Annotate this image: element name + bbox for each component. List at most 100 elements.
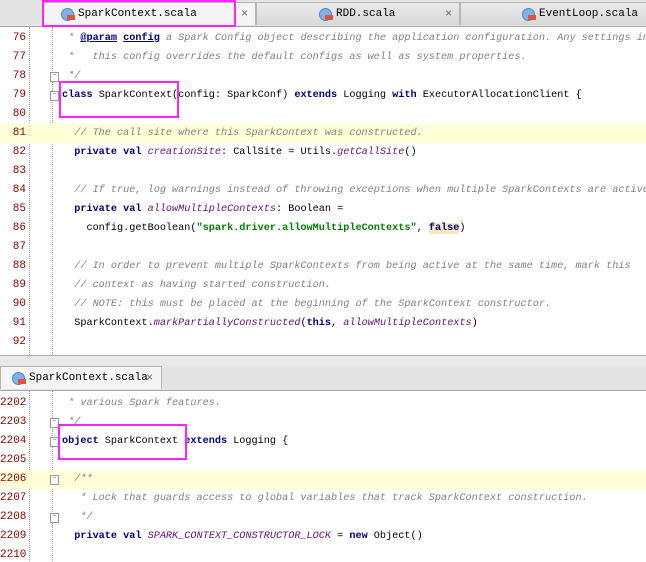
fold-icon[interactable]: −	[50, 513, 59, 523]
top-editor[interactable]: 76 * @param config a Spark Config object…	[0, 27, 646, 355]
top-tab-bar: SparkContext.scala × RDD.scala × EventLo…	[0, 0, 646, 27]
code-token: ,	[331, 318, 344, 329]
code-token: ExecutorAllocationClient {	[416, 90, 582, 101]
code-token: allowMultipleContexts	[147, 204, 276, 215]
code-line[interactable]: 86 config.getBoolean("spark.driver.allow…	[0, 219, 646, 238]
code-line[interactable]: 78 − */	[0, 67, 646, 86]
code-token: private val	[62, 204, 148, 215]
tab-sparkcontext-scala-bottom[interactable]: SparkContext.scala ×	[0, 366, 162, 389]
line-number: 90	[12, 298, 26, 310]
tab-rdd-scala[interactable]: RDD.scala ×	[256, 2, 460, 25]
code-text: // NOTE: this must be placed at the begi…	[62, 295, 551, 314]
tab-sparkcontext-scala[interactable]: SparkContext.scala ×	[42, 2, 256, 25]
code-token: /**	[62, 474, 93, 485]
code-token: // If true, log warnings instead of thro…	[62, 185, 646, 196]
code-line[interactable]: 2203 − */	[0, 413, 646, 432]
code-token: )	[459, 223, 466, 234]
line-number: 79	[12, 89, 26, 101]
code-line[interactable]: 2209 private val SPARK_CONTEXT_CONSTRUCT…	[0, 527, 646, 546]
fold-icon[interactable]: −	[50, 475, 59, 485]
fold-icon[interactable]: −	[50, 91, 59, 101]
line-number: 81	[12, 127, 26, 139]
code-token: a Spark Config object describing the app…	[159, 33, 646, 44]
code-line[interactable]: 82 private val creationSite: CallSite = …	[0, 143, 646, 162]
line-number: 88	[12, 260, 26, 272]
tab-eventloop-scala[interactable]: EventLoop.scala	[460, 2, 646, 25]
code-line[interactable]: 80	[0, 105, 646, 124]
code-token: Object()	[367, 531, 423, 542]
code-line[interactable]: 81 // The call site where this SparkCont…	[0, 124, 646, 143]
code-token: */	[62, 71, 81, 82]
code-line[interactable]: 79 − class SparkContext(config: SparkConf)…	[0, 86, 646, 105]
line-number: 2208	[0, 511, 27, 523]
code-line[interactable]: 89 // context as having started construc…	[0, 276, 646, 295]
code-text: * various Spark features.	[62, 394, 221, 413]
code-text: /**	[62, 470, 93, 489]
code-token: * various Spark features.	[62, 398, 221, 409]
code-line[interactable]: 90 // NOTE: this must be placed at the b…	[0, 295, 646, 314]
code-line[interactable]: 2210	[0, 546, 646, 562]
code-text: private val allowMultipleContexts: Boole…	[62, 200, 343, 219]
line-number: 80	[12, 108, 26, 120]
code-line[interactable]: 2204 − object SparkContext extends Logging…	[0, 432, 646, 451]
close-icon[interactable]: ×	[445, 3, 452, 26]
code-token: Logging	[337, 90, 393, 101]
code-token: : CallSite = Utils.	[220, 147, 338, 158]
code-token: @param	[80, 33, 118, 44]
code-token: ,	[416, 223, 429, 234]
bottom-editor[interactable]: 2202 * various Spark features. 2203− */22…	[0, 391, 646, 562]
code-token: extends	[294, 90, 338, 101]
code-token: SparkContext(config: SparkConf)	[92, 90, 295, 101]
code-line[interactable]: 2207 * Lock that guards access to global…	[0, 489, 646, 508]
code-token: * Lock that guards access to global vari…	[62, 493, 588, 504]
close-icon[interactable]: ×	[146, 367, 153, 390]
code-line[interactable]: 83	[0, 162, 646, 181]
code-token: new	[349, 531, 368, 542]
code-token: // NOTE: this must be placed at the begi…	[62, 299, 552, 310]
code-token: "spark.driver.allowMultipleContexts"	[196, 223, 417, 234]
code-token: // The call site where this SparkContext…	[62, 128, 423, 139]
code-line[interactable]: 91 SparkContext.markPartiallyConstructed…	[0, 314, 646, 333]
line-number: 89	[12, 279, 26, 291]
code-line[interactable]: 84 // If true, log warnings instead of t…	[0, 181, 646, 200]
fold-icon[interactable]: −	[50, 72, 59, 82]
code-line[interactable]: 2202 * various Spark features.	[0, 394, 646, 413]
code-text: // If true, log warnings instead of thro…	[62, 181, 646, 200]
code-token: config	[123, 33, 160, 44]
code-text: * this config overrides the default conf…	[62, 48, 527, 67]
code-token: class	[62, 90, 93, 101]
code-token: this	[306, 318, 332, 329]
line-number: 2205	[0, 454, 27, 466]
code-line[interactable]: 88 // In order to prevent multiple Spark…	[0, 257, 646, 276]
line-number: 83	[12, 165, 26, 177]
line-number: 82	[12, 146, 26, 158]
code-token: creationSite	[147, 147, 221, 158]
code-token: private val	[62, 531, 148, 542]
line-number: 2202	[0, 397, 27, 409]
code-token: ()	[404, 147, 417, 158]
code-line[interactable]: 87	[0, 238, 646, 257]
code-text: SparkContext.markPartiallyConstructed(th…	[62, 314, 478, 333]
code-token: object	[62, 436, 99, 447]
line-number: 87	[12, 241, 26, 253]
code-line[interactable]: 2205	[0, 451, 646, 470]
code-text: // In order to prevent multiple SparkCon…	[62, 257, 630, 276]
code-line[interactable]: 92	[0, 333, 646, 352]
code-text: private val creationSite: CallSite = Uti…	[62, 143, 417, 162]
code-line[interactable]: 2206 − /**	[0, 470, 646, 489]
close-icon[interactable]: ×	[241, 3, 248, 26]
code-line[interactable]: 2208 − */	[0, 508, 646, 527]
code-line[interactable]: 85 private val allowMultipleContexts: Bo…	[0, 200, 646, 219]
code-token: allowMultipleContexts	[343, 318, 472, 329]
code-line[interactable]: 76 * @param config a Spark Config object…	[0, 29, 646, 48]
code-text: * Lock that guards access to global vari…	[62, 489, 588, 508]
code-token: extends	[184, 436, 228, 447]
fold-icon[interactable]: −	[50, 437, 59, 447]
line-number: 2207	[0, 492, 27, 504]
code-token: with	[392, 90, 417, 101]
code-token: * this config overrides the default conf…	[62, 52, 527, 63]
line-number: 2203	[0, 416, 27, 428]
code-line[interactable]: 77 * this config overrides the default c…	[0, 48, 646, 67]
code-text: // The call site where this SparkContext…	[62, 124, 423, 143]
fold-icon[interactable]: −	[50, 418, 59, 428]
